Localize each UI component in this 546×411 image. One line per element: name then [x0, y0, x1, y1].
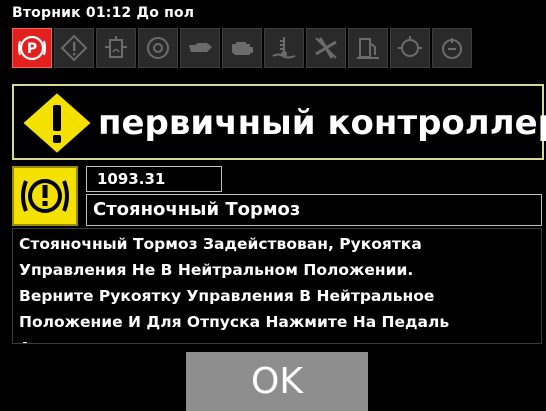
alert-title: первичный контроллер	[98, 103, 546, 143]
filter-icon[interactable]	[390, 28, 430, 68]
oil-icon[interactable]	[180, 28, 220, 68]
status-line: Вторник 01:12 До пол	[12, 5, 195, 21]
transmission-icon[interactable]	[138, 28, 178, 68]
telltale-icon-bar: P	[12, 28, 474, 72]
fault-message-panel[interactable]: Стояночный Тормоз Задействован, Рукоятка…	[12, 228, 542, 344]
svg-text:P: P	[27, 41, 37, 57]
fan-icon[interactable]	[306, 28, 346, 68]
fault-message: Стояночный Тормоз Задействован, Рукоятка…	[19, 235, 450, 343]
ok-button[interactable]: OK	[186, 352, 368, 411]
warning-diamond-icon	[20, 90, 94, 156]
hydraulic-icon[interactable]	[96, 28, 136, 68]
pto-icon[interactable]	[432, 28, 472, 68]
general-warning-icon[interactable]	[54, 28, 94, 68]
display-screen: Вторник 01:12 До пол P первичный контрол…	[0, 0, 546, 411]
fault-code: 1093.31	[86, 166, 222, 192]
fault-name: Стояночный Тормоз	[86, 194, 542, 226]
engine-icon[interactable]	[222, 28, 262, 68]
alert-title-panel: первичный контроллер	[12, 84, 546, 160]
parking-brake-icon[interactable]: P	[12, 28, 52, 68]
brake-warning-icon	[12, 166, 78, 226]
coolant-icon[interactable]	[264, 28, 304, 68]
fuel-level-icon[interactable]	[348, 28, 388, 68]
